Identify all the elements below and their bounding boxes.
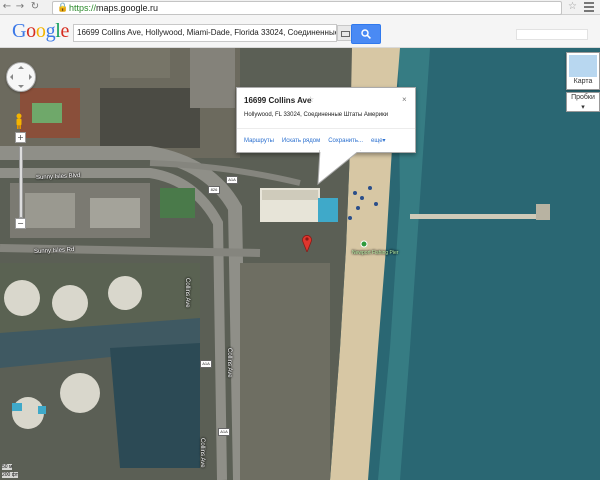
star-icon[interactable]: ☆	[307, 95, 314, 104]
highway-shield: A1A	[200, 360, 212, 368]
search-input[interactable]: 16699 Collins Ave, Hollywood, Miami-Dade…	[73, 24, 337, 42]
zoom-in-button[interactable]: +	[15, 132, 26, 143]
zoom-out-button[interactable]: −	[15, 218, 26, 229]
location-marker-icon[interactable]	[302, 234, 312, 252]
bookmark-star-icon[interactable]: ☆	[568, 0, 577, 14]
maps-screenshot: { "browser": { "url_protocol": "https://…	[0, 0, 600, 480]
keyboard-icon[interactable]	[337, 25, 352, 41]
back-arrow-icon[interactable]: ←	[2, 1, 12, 13]
zoom-slider[interactable]	[19, 146, 23, 218]
road-label-collins-ave: Collins Ave	[226, 348, 232, 378]
menu-icon[interactable]	[584, 2, 594, 12]
poi-label[interactable]: Newport Fishing Pier	[352, 250, 398, 256]
browser-toolbar: ← → ↻ 🔒 https://maps.google.ru ☆	[0, 0, 600, 15]
road-label-collins-ave: Collins Ave	[184, 278, 190, 308]
info-window-tail	[317, 150, 361, 186]
pan-up-icon[interactable]	[18, 63, 24, 69]
highway-shield: A1A	[218, 428, 230, 436]
account-area[interactable]	[516, 29, 588, 40]
map-scale: 50 м 200 фт	[0, 464, 54, 480]
pan-right-icon[interactable]	[29, 74, 35, 80]
google-logo-letter: G	[12, 20, 27, 42]
more-link[interactable]: еще▾	[371, 138, 386, 144]
scale-feet: 200 фт	[2, 472, 19, 478]
google-logo-letter: o	[35, 20, 46, 42]
pan-down-icon[interactable]	[18, 85, 24, 91]
pan-left-icon[interactable]	[7, 74, 13, 80]
directions-link[interactable]: Маршруты	[244, 138, 274, 144]
map-view-toggle[interactable]: Карта	[566, 52, 600, 90]
lock-icon: 🔒	[57, 3, 69, 13]
highway-shield: A1A	[226, 176, 238, 184]
forward-arrow-icon[interactable]: →	[15, 1, 25, 13]
road-label-collins-ave: Collins Ave	[199, 438, 205, 468]
search-input-value: 16699 Collins Ave, Hollywood, Miami-Dade…	[77, 28, 337, 37]
google-logo[interactable]: Google	[12, 20, 69, 42]
search-icon	[361, 29, 371, 39]
search-button[interactable]	[351, 24, 381, 44]
info-window-links: Маршруты Искать рядом Сохранить... еще▾	[244, 137, 394, 144]
google-logo-letter: o	[26, 20, 36, 42]
divider	[237, 128, 415, 129]
close-icon[interactable]: ×	[402, 95, 407, 104]
address-bar[interactable]: 🔒 https://maps.google.ru	[52, 1, 562, 15]
pegman-icon[interactable]	[14, 113, 24, 129]
traffic-button[interactable]: Пробки ▾	[566, 92, 600, 112]
google-logo-letter: e	[60, 20, 70, 42]
info-window-title: 16699 Collins Ave	[244, 96, 312, 105]
info-window-address: Hollywood, FL 33024, Соединенные Штаты А…	[244, 112, 389, 118]
traffic-label: Пробки	[571, 94, 595, 101]
scale-meters: 50 м	[2, 464, 13, 470]
reload-icon[interactable]: ↻	[30, 1, 40, 13]
google-logo-letter: g	[45, 20, 56, 42]
highway-shield: 826	[208, 186, 220, 194]
google-header: Google 16699 Collins Ave, Hollywood, Mia…	[0, 15, 600, 48]
url-text: https://maps.google.ru	[69, 3, 159, 13]
pan-control[interactable]	[6, 62, 36, 92]
search-nearby-link[interactable]: Искать рядом	[282, 138, 320, 144]
info-window: 16699 Collins Ave ☆ × Hollywood, FL 3302…	[236, 87, 416, 153]
chevron-down-icon: ▾	[581, 104, 585, 111]
map-view-toggle-label: Карта	[573, 78, 593, 85]
save-link[interactable]: Сохранить...	[328, 138, 363, 144]
map-thumbnail	[569, 55, 597, 77]
